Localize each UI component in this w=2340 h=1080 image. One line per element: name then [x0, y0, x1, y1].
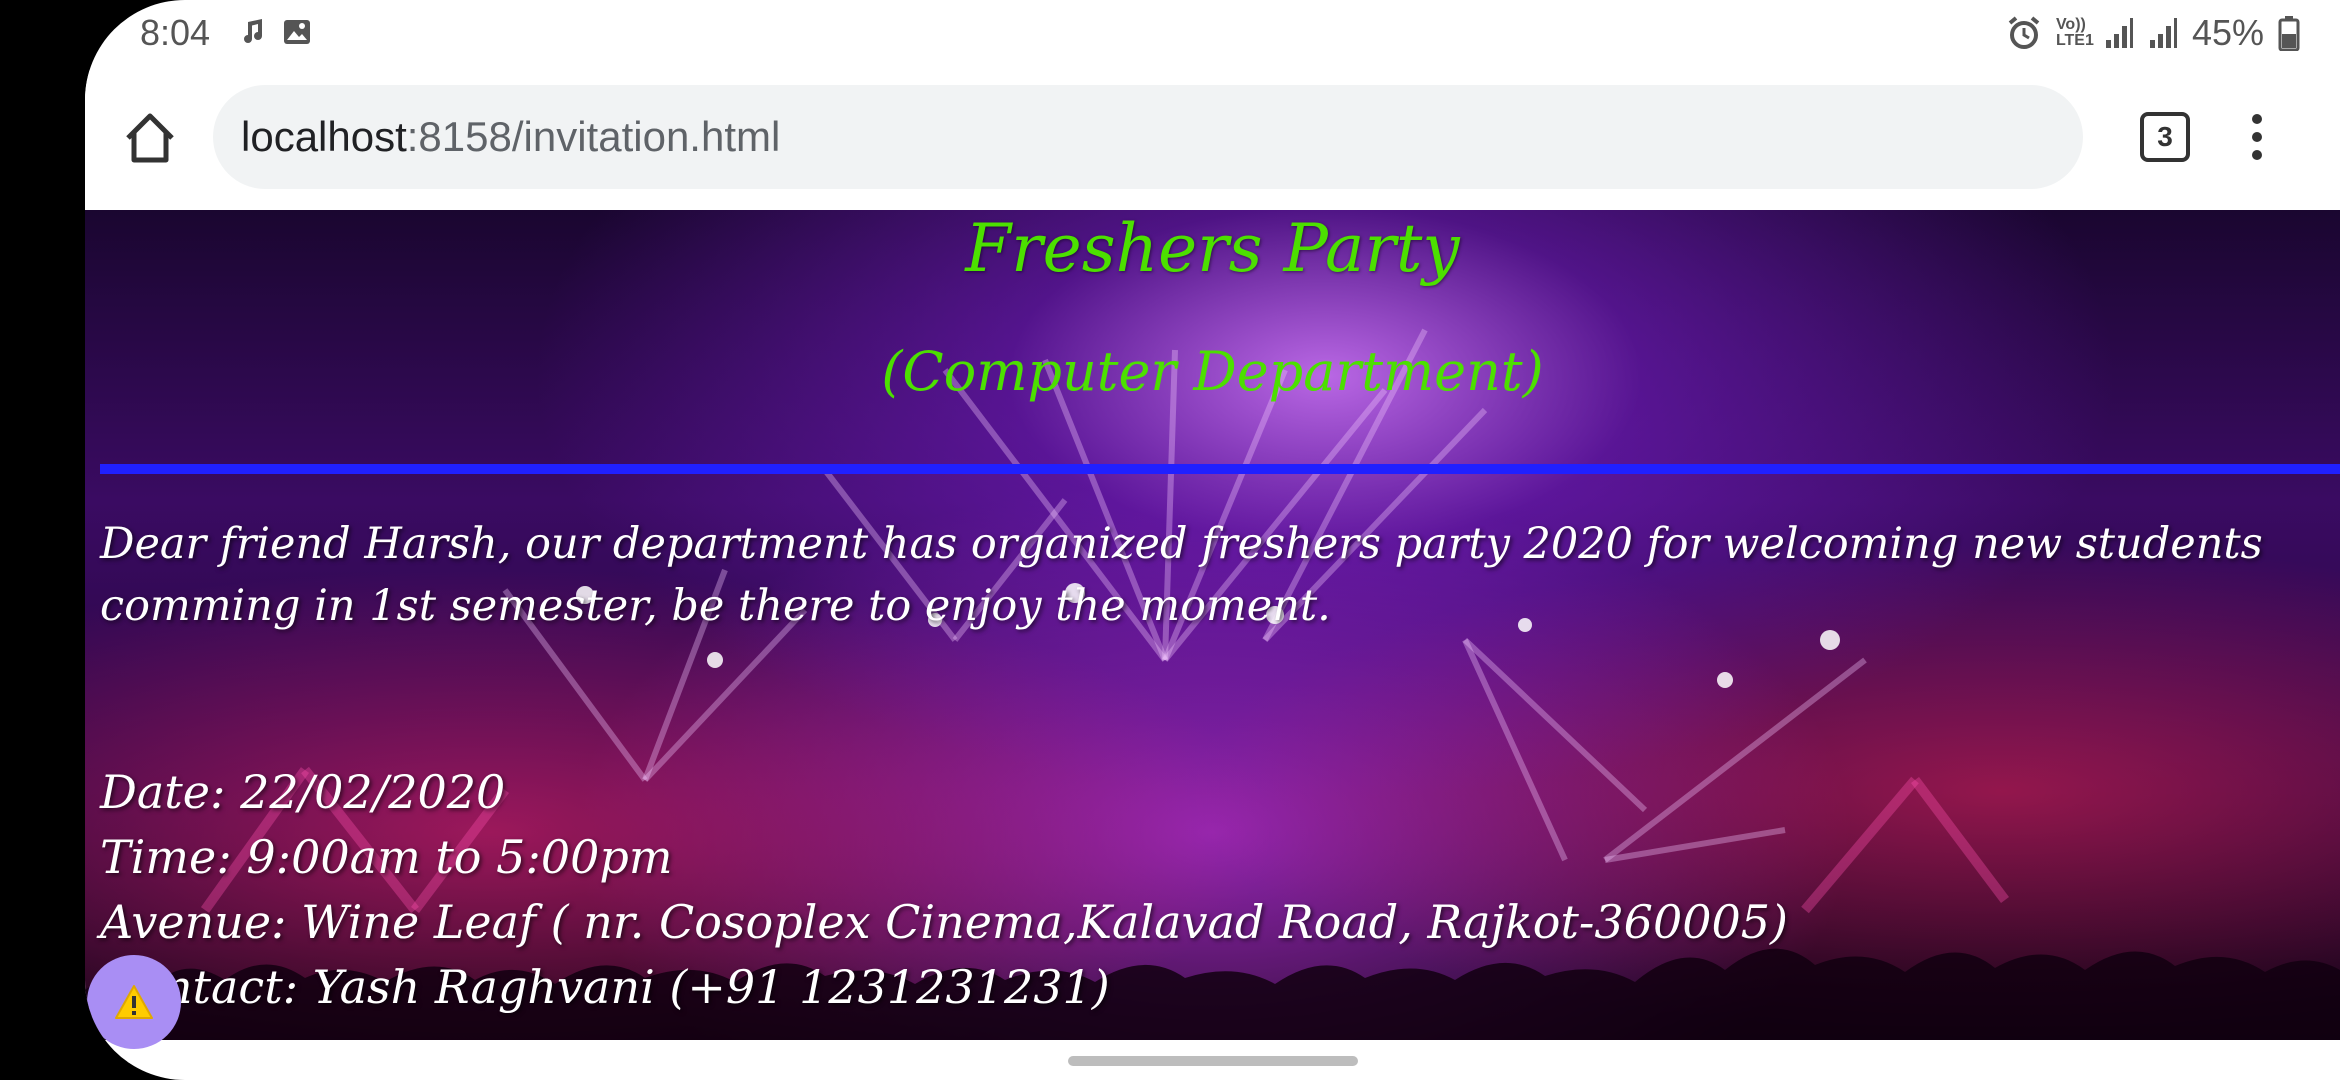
url-text: localhost:8158/invitation.html: [241, 113, 780, 161]
event-details: Date: 22/02/2020 Time: 9:00am to 5:00pm …: [100, 760, 2300, 1020]
signal-icon: [2105, 18, 2133, 48]
address-bar[interactable]: localhost:8158/invitation.html: [213, 85, 2083, 189]
party-title: Freshers Party: [965, 210, 1460, 287]
warning-button[interactable]: [87, 955, 181, 1049]
invitation-page: Freshers Party (Computer Department) Dea…: [85, 210, 2340, 1040]
home-icon[interactable]: [120, 108, 180, 168]
signal-icon: [2149, 18, 2177, 48]
status-time: 8:04: [140, 12, 211, 53]
status-bar: 8:04 Vo)) LTE1 45%: [85, 0, 2340, 65]
more-vertical-icon[interactable]: [2245, 110, 2269, 170]
horizontal-divider: [100, 464, 2340, 474]
event-date: Date: 22/02/2020: [100, 765, 506, 819]
image-icon: [284, 20, 310, 44]
browser-toolbar: localhost:8158/invitation.html 3: [85, 70, 2340, 210]
alarm-icon: [2008, 16, 2040, 49]
url-path: :8158/invitation.html: [406, 113, 781, 160]
event-avenue: Avenue: Wine Leaf ( nr. Cosoplex Cinema,…: [100, 895, 1788, 949]
invitation-message: Dear friend Harsh, our department has or…: [100, 519, 2263, 631]
volte-icon: Vo)) LTE1: [2055, 16, 2094, 49]
battery-percent: 45%: [2191, 12, 2264, 53]
event-time: Time: 9:00am to 5:00pm: [100, 830, 673, 884]
event-contact: Contact: Yash Raghvani (+91 1231231231): [100, 960, 1110, 1014]
music-note-icon: [244, 19, 262, 43]
url-host: localhost: [241, 113, 407, 160]
status-right: Vo)) LTE1 45%: [2006, 12, 2300, 54]
gesture-navigation-handle[interactable]: [1068, 1056, 1358, 1066]
tab-switcher-button[interactable]: 3: [2140, 112, 2190, 162]
phone-screen: 8:04 Vo)) LTE1 45% localhost:8158/invita…: [85, 0, 2340, 1080]
warning-icon: [115, 985, 153, 1019]
department-subtitle: (Computer Department): [881, 340, 1544, 403]
battery-icon: [2278, 16, 2300, 51]
